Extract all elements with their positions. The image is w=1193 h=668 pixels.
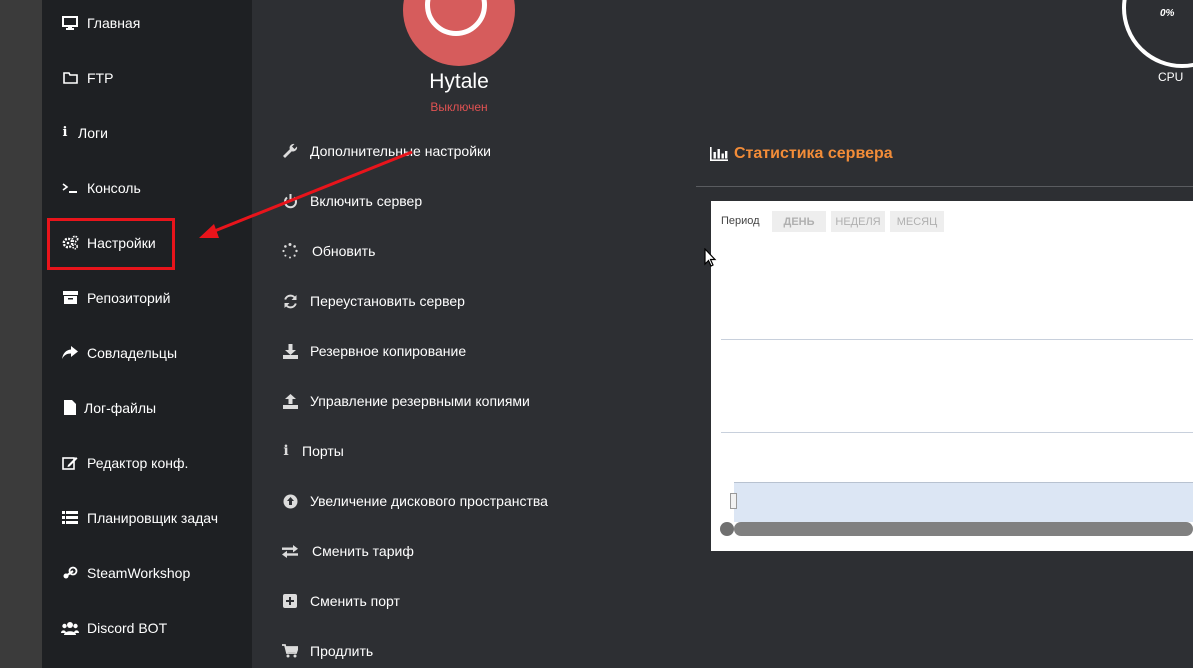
power-icon: [282, 193, 298, 209]
menu-item-label: Порты: [302, 443, 344, 459]
menu-item-renew[interactable]: Продлить: [282, 639, 373, 663]
cart-icon: [282, 643, 298, 659]
power-icon: [425, 0, 487, 36]
server-name: Hytale: [429, 70, 489, 93]
sidebar-item-label: Совладельцы: [87, 344, 178, 361]
divider: [696, 186, 1193, 187]
menu-item-label: Сменить порт: [310, 593, 400, 609]
navigator-handle[interactable]: [730, 493, 737, 509]
plus-square-icon: [282, 593, 298, 609]
left-strip: [0, 0, 42, 668]
wrench-icon: [282, 143, 298, 159]
cpu-label: CPU: [1158, 70, 1184, 84]
period-day-button[interactable]: ДЕНЬ: [772, 211, 826, 232]
sidebar-item-coowners[interactable]: Совладельцы: [42, 325, 252, 380]
sidebar-item-home[interactable]: Главная: [42, 0, 252, 50]
menu-item-label: Сменить тариф: [312, 543, 414, 559]
sidebar-item-label: Discord BOT: [87, 619, 168, 636]
menu-item-label: Продлить: [310, 643, 374, 659]
sidebar-item-label: FTP: [87, 69, 114, 86]
top-right-panel: [696, 0, 1193, 126]
sidebar-item-label: Главная: [87, 14, 141, 31]
menu-item-label: Увеличение дискового пространства: [310, 493, 548, 509]
stats-title: Статистика сервера: [734, 145, 893, 162]
sidebar-item-logs[interactable]: i Логи: [42, 105, 252, 160]
sidebar-item-logfiles[interactable]: Лог-файлы: [42, 380, 252, 435]
download-icon: [282, 343, 298, 359]
users-icon: [61, 620, 79, 636]
period-week-button[interactable]: НЕДЕЛЯ: [831, 211, 885, 232]
scrollbar-button[interactable]: [720, 522, 734, 536]
stats-header: Статистика сервера: [710, 144, 893, 164]
sidebar-item-label: Консоль: [87, 179, 141, 196]
sidebar-item-label: Репозиторий: [87, 289, 171, 306]
menu-item-advanced-settings[interactable]: Дополнительные настройки: [282, 139, 491, 163]
chart-gridline: [721, 432, 1193, 433]
menu-item-start-server[interactable]: Включить сервер: [282, 189, 422, 213]
chart-gridline: [721, 339, 1193, 340]
sidebar-item-label: SteamWorkshop: [87, 564, 191, 581]
info-icon: i: [62, 125, 68, 140]
sidebar-item-label: Редактор конф.: [87, 454, 189, 471]
chart-navigator[interactable]: [734, 483, 1193, 522]
sidebar-item-label: Логи: [78, 124, 108, 141]
folder-icon: [61, 70, 79, 86]
sidebar-item-label: Планировщик задач: [87, 509, 219, 526]
menu-item-change-plan[interactable]: Сменить тариф: [282, 539, 414, 563]
mouse-cursor-icon: [704, 247, 718, 273]
menu-item-backup[interactable]: Резервное копирование: [282, 339, 466, 363]
menu-item-change-port[interactable]: Сменить порт: [282, 589, 400, 613]
list-icon: [61, 510, 79, 526]
exchange-icon: [282, 543, 298, 559]
edit-icon: [61, 455, 79, 471]
menu-item-manage-backups[interactable]: Управление резервными копиями: [282, 389, 530, 413]
chart-scrollbar[interactable]: [734, 522, 1193, 536]
sidebar-item-steamworkshop[interactable]: SteamWorkshop: [42, 545, 252, 600]
sidebar-item-scheduler[interactable]: Планировщик задач: [42, 490, 252, 545]
upload-icon: [282, 393, 298, 409]
menu-item-update[interactable]: Обновить: [282, 239, 375, 263]
menu-item-label: Включить сервер: [310, 193, 423, 209]
arrow-up-circle-icon: [282, 493, 298, 509]
sidebar-item-config-editor[interactable]: Редактор конф.: [42, 435, 252, 490]
period-month-button[interactable]: МЕСЯЦ: [890, 211, 944, 232]
terminal-icon: [61, 180, 79, 196]
menu-item-ports[interactable]: i Порты: [282, 439, 344, 463]
menu-item-reinstall-server[interactable]: Переустановить сервер: [282, 289, 465, 313]
menu-item-label: Дополнительные настройки: [310, 143, 491, 159]
menu-item-label: Управление резервными копиями: [310, 393, 530, 409]
steam-icon: [61, 565, 79, 581]
monitor-icon: [61, 15, 79, 31]
share-icon: [61, 345, 79, 361]
menu-item-disk-increase[interactable]: Увеличение дискового пространства: [282, 489, 548, 513]
period-label: Период: [721, 215, 760, 227]
file-icon: [61, 400, 79, 416]
menu-item-label: Переустановить сервер: [310, 293, 465, 309]
archive-icon: [61, 290, 79, 306]
sidebar: Главная FTP i Логи Консоль Настройки Реп…: [42, 0, 252, 668]
server-status: Выключен: [430, 100, 488, 114]
settings-highlight-box: [47, 218, 175, 270]
sidebar-item-repository[interactable]: Репозиторий: [42, 270, 252, 325]
spinner-icon: [282, 243, 298, 259]
menu-item-label: Обновить: [312, 243, 376, 259]
sidebar-item-discord-bot[interactable]: Discord BOT: [42, 600, 252, 655]
menu-item-label: Резервное копирование: [310, 343, 467, 359]
refresh-icon: [282, 293, 298, 309]
sidebar-item-console[interactable]: Консоль: [42, 160, 252, 215]
cpu-value: 0%: [1160, 8, 1175, 19]
sidebar-item-ftp[interactable]: FTP: [42, 50, 252, 105]
info-icon: i: [283, 443, 289, 459]
sidebar-item-label: Лог-файлы: [84, 399, 157, 416]
bar-chart-icon: [710, 147, 728, 161]
